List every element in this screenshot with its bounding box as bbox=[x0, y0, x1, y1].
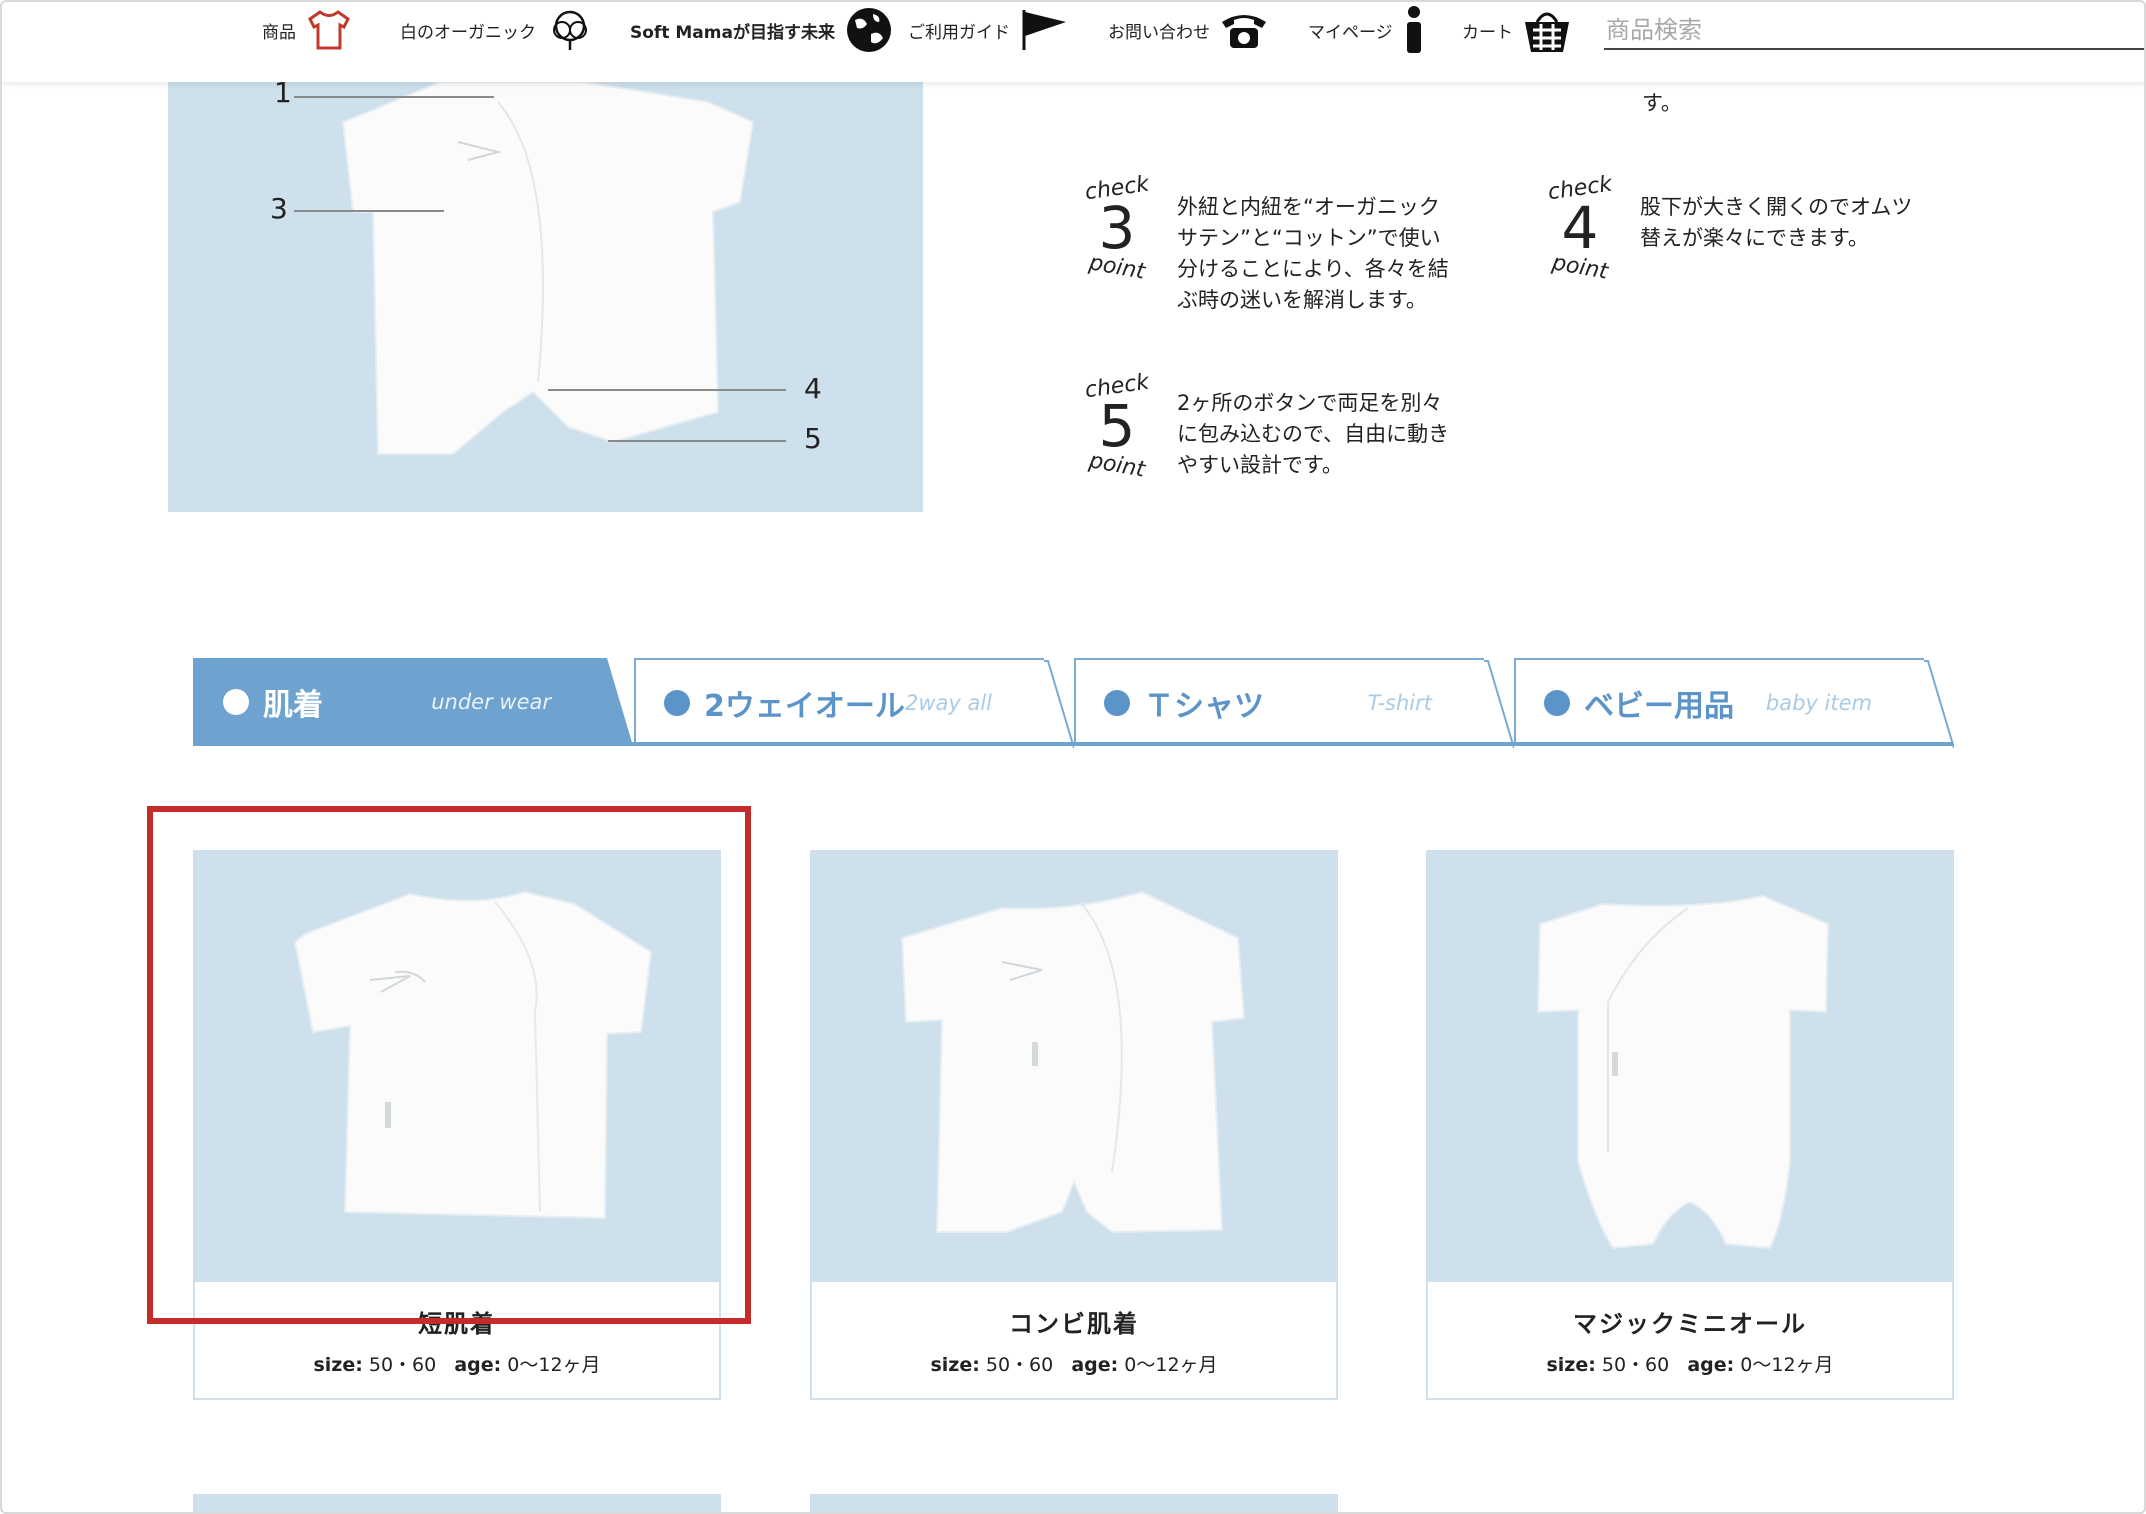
nav-guide[interactable]: ご利用ガイド bbox=[908, 2, 1068, 58]
checkpoint-4-text: 股下が大きく開くのでオムツ 替えが楽々にできます。 bbox=[1640, 195, 1913, 250]
tab-slant bbox=[1924, 660, 1954, 748]
product-card-partial[interactable] bbox=[810, 1494, 1338, 1512]
product-diagram-image: 1 3 4 5 bbox=[168, 82, 923, 512]
tab-slant bbox=[1484, 660, 1514, 748]
product-meta: size: 50・60 age: 0〜12ヶ月 bbox=[1546, 1354, 1834, 1376]
site-header: 商品 白のオーガニック Soft Mamaが目指す未来 ご利用ガイド お問い合わ… bbox=[2, 2, 2144, 82]
product-card-partial[interactable] bbox=[193, 1494, 721, 1512]
nav-cart-label: カート bbox=[1462, 22, 1513, 43]
product-card[interactable]: マジックミニオール size: 50・60 age: 0〜12ヶ月 bbox=[1426, 850, 1954, 1400]
magic-mini-all-image bbox=[1536, 894, 1830, 1250]
callout-3: 3 bbox=[270, 192, 288, 225]
callout-line-1 bbox=[294, 96, 494, 98]
nav-mypage-label: マイページ bbox=[1308, 22, 1393, 43]
tab-underwear-label: 肌着 bbox=[263, 688, 323, 723]
tab-t-shirt[interactable]: Ｔシャツ T-shirt bbox=[1074, 658, 1514, 748]
info-icon bbox=[1403, 5, 1425, 55]
tab-dot bbox=[223, 689, 249, 715]
product-card[interactable]: 短肌着 size: 50・60 age: 0〜12ヶ月 bbox=[193, 850, 721, 1400]
checkpoint-3-text: 外紐と内紐を“オーガニック サテン”と“コットン”で使い 分けることにより、各々… bbox=[1177, 195, 1449, 312]
check-point-badge-4: check 4 point bbox=[1546, 171, 1614, 285]
nav-mypage[interactable]: マイページ bbox=[1308, 2, 1425, 58]
callout-line-5 bbox=[608, 440, 786, 442]
cotton-icon bbox=[546, 8, 594, 52]
product-name: マジックミニオール bbox=[1573, 1310, 1807, 1338]
tab-dot bbox=[1104, 690, 1130, 716]
combination-underwear-image bbox=[900, 890, 1246, 1234]
callout-4: 4 bbox=[804, 372, 822, 405]
tab-dot bbox=[1544, 690, 1570, 716]
flag-icon bbox=[1020, 8, 1068, 52]
product-meta: size: 50・60 age: 0〜12ヶ月 bbox=[313, 1354, 601, 1376]
product-card[interactable]: コンビ肌着 size: 50・60 age: 0〜12ヶ月 bbox=[810, 850, 1338, 1400]
product-image bbox=[1428, 852, 1952, 1282]
search-box bbox=[1604, 12, 2144, 50]
t-shirt-icon bbox=[306, 9, 352, 51]
tab-baby-item-en: baby item bbox=[1765, 691, 1872, 715]
product-name: コンビ肌着 bbox=[1009, 1310, 1139, 1338]
tab-2way-all-label: 2ウェイオール bbox=[704, 689, 905, 724]
product-name: 短肌着 bbox=[418, 1310, 496, 1338]
nav-products-label: 商品 bbox=[262, 22, 296, 43]
tab-t-shirt-en: T-shirt bbox=[1367, 691, 1432, 715]
tab-baby-item-label: ベビー用品 bbox=[1584, 689, 1734, 724]
tab-slant bbox=[603, 658, 633, 746]
product-image bbox=[812, 852, 1336, 1282]
nav-contact[interactable]: お問い合わせ bbox=[1108, 2, 1268, 58]
product-meta: size: 50・60 age: 0〜12ヶ月 bbox=[930, 1354, 1218, 1376]
basket-icon bbox=[1523, 6, 1571, 54]
callout-line-3 bbox=[294, 210, 444, 212]
checkpoint-5-text: 2ヶ所のボタンで両足を別々 に包み込むので、自由に動き やすい設計です。 bbox=[1177, 391, 1450, 477]
product-image bbox=[195, 852, 719, 1282]
telephone-icon bbox=[1220, 10, 1268, 50]
check-point-badge-3: check 3 point bbox=[1083, 171, 1151, 285]
tab-slant bbox=[1044, 660, 1074, 748]
tab-t-shirt-label: Ｔシャツ bbox=[1144, 689, 1264, 724]
checkpoint-fragment: す。 bbox=[1642, 91, 1682, 115]
callout-5: 5 bbox=[804, 422, 822, 455]
tabs-baseline bbox=[193, 742, 1953, 746]
short-undershirt-image bbox=[293, 890, 653, 1220]
nav-white-organic-label: 白のオーガニック bbox=[400, 22, 536, 43]
tab-2way-all-en: 2way all bbox=[904, 691, 992, 715]
search-input[interactable] bbox=[1604, 12, 2144, 48]
callout-1: 1 bbox=[274, 82, 292, 109]
globe-icon bbox=[845, 6, 893, 54]
nav-contact-label: お問い合わせ bbox=[1108, 22, 1210, 43]
nav-future-label: Soft Mamaが目指す未来 bbox=[630, 22, 835, 43]
nav-cart[interactable]: カート bbox=[1462, 2, 1571, 58]
callout-line-4 bbox=[548, 389, 786, 391]
nav-future[interactable]: Soft Mamaが目指す未来 bbox=[630, 2, 893, 58]
nav-guide-label: ご利用ガイド bbox=[908, 22, 1010, 43]
tab-underwear[interactable]: 肌着 under wear bbox=[193, 658, 633, 746]
nav-white-organic[interactable]: 白のオーガニック bbox=[400, 2, 594, 58]
tab-dot bbox=[664, 690, 690, 716]
check-point-badge-5: check 5 point bbox=[1083, 369, 1151, 483]
tab-underwear-en: under wear bbox=[431, 690, 551, 714]
page-frame: 商品 白のオーガニック Soft Mamaが目指す未来 ご利用ガイド お問い合わ… bbox=[0, 0, 2146, 1514]
tab-baby-item[interactable]: ベビー用品 baby item bbox=[1514, 658, 1954, 748]
tab-2way-all[interactable]: 2ウェイオール 2way all bbox=[634, 658, 1074, 748]
nav-products[interactable]: 商品 bbox=[262, 2, 352, 58]
